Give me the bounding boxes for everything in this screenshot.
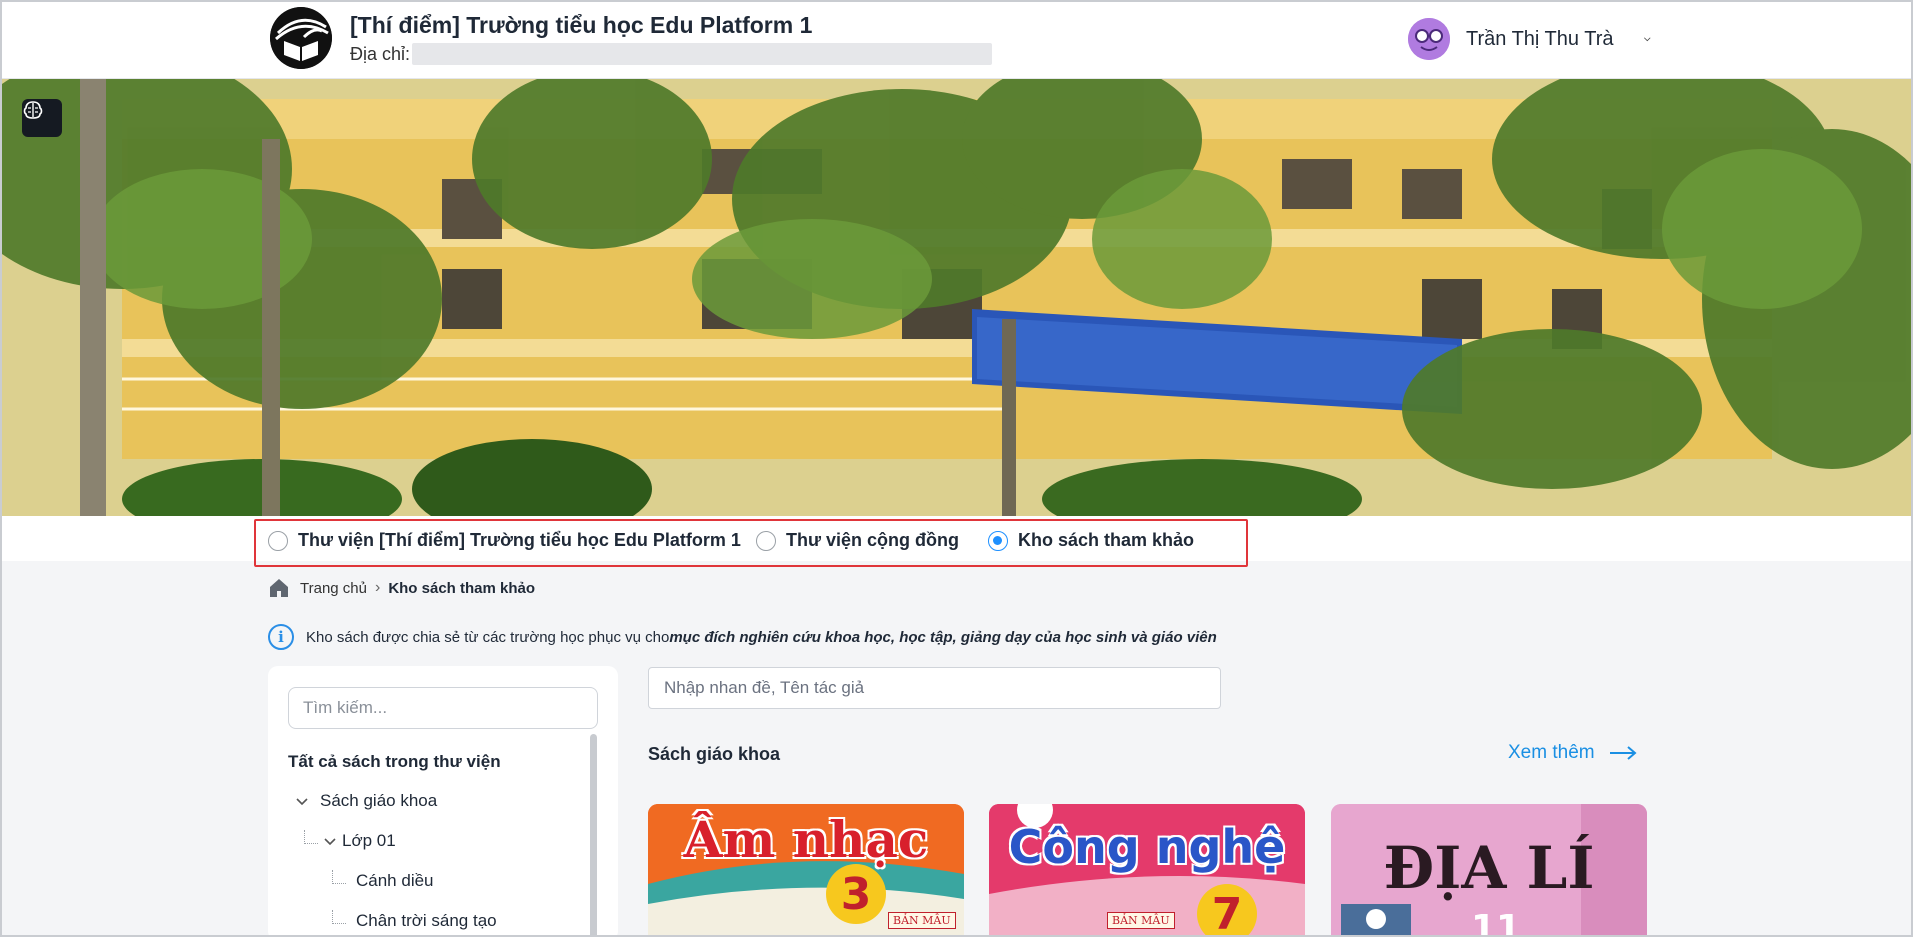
tree-guide-line: [332, 910, 346, 924]
tree-item-textbooks[interactable]: Sách giáo khoa: [294, 791, 437, 811]
address-label: Địa chỉ:: [350, 44, 411, 64]
home-icon[interactable]: [268, 577, 290, 599]
book-sample-label: BẢN MẪU: [888, 912, 956, 929]
book-grade-badge: 3: [826, 864, 886, 924]
book-cover-title: Công nghệ: [1008, 820, 1286, 874]
radio-button-selected[interactable]: [988, 530, 1008, 551]
book-cover-title: ĐỊA LÍ: [1383, 834, 1595, 902]
radio-label: Thư viện [Thí điểm] Trường tiểu học Edu …: [298, 530, 741, 550]
book-card[interactable]: ĐỊA LÍ 11: [1331, 804, 1647, 937]
tree-guide-line: [304, 830, 318, 844]
tree-item-label: Sách giáo khoa: [320, 791, 438, 810]
sidebar-scrollbar[interactable]: [590, 734, 597, 937]
radio-button[interactable]: [756, 530, 776, 551]
see-more-label: Xem thêm: [1508, 742, 1595, 763]
chevron-down-icon[interactable]: [294, 793, 310, 809]
tree-item-canh-dieu[interactable]: Cánh diều: [332, 870, 434, 891]
tree-root-all-books[interactable]: Tất cả sách trong thư viện: [288, 752, 501, 772]
tree-item-label: Chân trời sáng tạo: [356, 911, 497, 930]
info-emphasis: mục đích nghiên cứu khoa học, học tập, g…: [669, 628, 1217, 646]
radio-label: Thư viện cộng đồng: [786, 530, 960, 550]
breadcrumb-home[interactable]: Trang chủ: [300, 580, 367, 597]
tree-item-grade-01[interactable]: Lớp 01: [304, 830, 396, 851]
book-card[interactable]: Âm nhạc 3 BẢN MẪU: [648, 804, 964, 937]
info-note: i Kho sách được chia sẻ từ các trường họ…: [268, 624, 1217, 650]
radio-reference-books[interactable]: Kho sách tham khảo: [988, 530, 1194, 551]
book-cover-title: Âm nhạc: [683, 810, 929, 869]
tree-item-label: Lớp 01: [342, 831, 396, 850]
top-header: [Thí điểm] Trường tiểu học Edu Platform …: [0, 0, 1913, 79]
sidebar-search-input[interactable]: [288, 687, 598, 729]
book-sample-label: BẢN MẪU: [1107, 912, 1175, 929]
chevron-down-icon[interactable]: [1643, 29, 1652, 49]
chevron-down-icon[interactable]: [322, 833, 338, 849]
school-title: [Thí điểm] Trường tiểu học Edu Platform …: [350, 12, 813, 38]
brain-icon[interactable]: [22, 99, 62, 137]
radio-label: Kho sách tham khảo: [1018, 530, 1195, 550]
arrow-right-icon: [1609, 746, 1637, 760]
book-search-input[interactable]: [648, 667, 1221, 709]
user-avatar: [1408, 18, 1450, 60]
user-menu[interactable]: Trần Thị Thu Trà: [1408, 17, 1652, 61]
school-logo[interactable]: [270, 7, 332, 69]
breadcrumb: Trang chủ › Kho sách tham khảo: [268, 576, 535, 600]
info-text: Kho sách được chia sẻ từ các trường học …: [306, 628, 670, 646]
radio-school-library[interactable]: Thư viện [Thí điểm] Trường tiểu học Edu …: [268, 530, 741, 551]
library-selector-bar: Thư viện [Thí điểm] Trường tiểu học Edu …: [0, 516, 1913, 567]
tree-guide-line: [332, 870, 346, 884]
book-card[interactable]: Công nghệ BẢN MẪU 7: [989, 804, 1305, 937]
book-grade-number: 11: [1471, 908, 1522, 937]
breadcrumb-current: Kho sách tham khảo: [388, 579, 536, 597]
category-sidebar: Tất cả sách trong thư viện Sách giáo kho…: [268, 666, 618, 937]
address-value-redacted: [412, 43, 992, 65]
tree-root-label: Tất cả sách trong thư viện: [288, 752, 501, 771]
radio-button[interactable]: [268, 530, 288, 551]
school-banner-image: [2, 79, 1911, 516]
breadcrumb-separator-icon: ›: [374, 579, 381, 596]
radio-community-library[interactable]: Thư viện cộng đồng: [756, 530, 959, 551]
user-name: Trần Thị Thu Trà: [1466, 27, 1614, 50]
section-title: Sách giáo khoa: [648, 744, 781, 764]
tree-item-chan-troi-sang-tao[interactable]: Chân trời sáng tạo: [332, 910, 497, 931]
info-icon: i: [268, 624, 294, 650]
book-grade-badge: 7: [1197, 884, 1257, 937]
see-more-link[interactable]: Xem thêm: [1508, 742, 1637, 764]
tree-item-label: Cánh diều: [356, 871, 434, 890]
